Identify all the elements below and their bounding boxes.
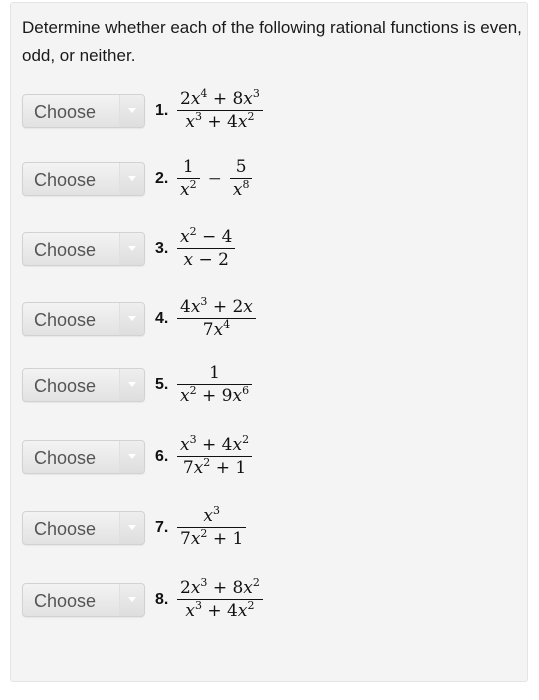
question-number: 5.: [155, 376, 169, 393]
chevron-down-icon: [128, 382, 136, 387]
chevron-down-icon: [128, 108, 136, 113]
answer-select-2[interactable]: Choose: [22, 162, 145, 196]
answer-select-3[interactable]: Choose: [22, 232, 145, 266]
math-expression-1: 2x4 + 8x3 x3 + 4x2: [177, 88, 263, 133]
math-expression-3: x2 − 4x − 2: [177, 226, 236, 271]
math-expression-6: x3 + 4x2 7x2 + 1: [177, 434, 253, 479]
chevron-down-icon: [128, 176, 136, 181]
question-row-4: Choose 4. 4x3 + 2x 7x4: [22, 296, 502, 356]
select-label: Choose: [34, 519, 97, 539]
question-number: 6.: [155, 448, 169, 465]
answer-select-5[interactable]: Choose: [22, 368, 145, 402]
chevron-down-icon: [128, 525, 136, 530]
chevron-down-icon: [128, 454, 136, 459]
math-expression-4: 4x3 + 2x 7x4: [177, 296, 256, 341]
question-row-2: Choose 2. 1 x2 − 5 x8: [22, 156, 502, 216]
question-prompt: Determine whether each of the following …: [22, 18, 522, 65]
answer-select-8[interactable]: Choose: [22, 583, 145, 617]
question-number: 3.: [155, 240, 169, 257]
question-number: 7.: [155, 519, 169, 536]
answer-select-7[interactable]: Choose: [22, 511, 145, 545]
chevron-down-icon: [128, 246, 136, 251]
math-expression-2: 1 x2 − 5 x8: [177, 156, 253, 201]
math-expression-5: 1 x2 + 9x6: [177, 362, 253, 407]
chevron-down-icon: [128, 316, 136, 321]
question-number: 4.: [155, 310, 169, 327]
question-row-8: Choose 8. 2x3 + 8x2 x3 + 4x2: [22, 577, 502, 637]
question-number: 1.: [155, 102, 169, 119]
chevron-down-icon: [128, 597, 136, 602]
question-row-6: Choose 6. x3 + 4x2 7x2 + 1: [22, 434, 502, 494]
select-label: Choose: [34, 170, 97, 190]
question-number: 2.: [155, 170, 169, 187]
select-label: Choose: [34, 310, 97, 330]
question-number: 8.: [155, 591, 169, 608]
question-row-7: Choose 7. x3 7x2 + 1: [22, 505, 502, 565]
math-expression-7: x3 7x2 + 1: [177, 505, 247, 550]
question-row-3: Choose 3. x2 − 4x − 2: [22, 226, 502, 286]
select-label: Choose: [34, 591, 97, 611]
answer-select-4[interactable]: Choose: [22, 302, 145, 336]
math-expression-8: 2x3 + 8x2 x3 + 4x2: [177, 577, 263, 622]
select-label: Choose: [34, 240, 97, 260]
question-row-5: Choose 5. 1 x2 + 9x6: [22, 362, 502, 422]
question-row-1: Choose 1. 2x4 + 8x3 x3 + 4x2: [22, 88, 502, 148]
select-label: Choose: [34, 448, 97, 468]
answer-select-1[interactable]: Choose: [22, 94, 145, 128]
select-label: Choose: [34, 376, 97, 396]
answer-select-6[interactable]: Choose: [22, 440, 145, 474]
select-label: Choose: [34, 102, 97, 122]
